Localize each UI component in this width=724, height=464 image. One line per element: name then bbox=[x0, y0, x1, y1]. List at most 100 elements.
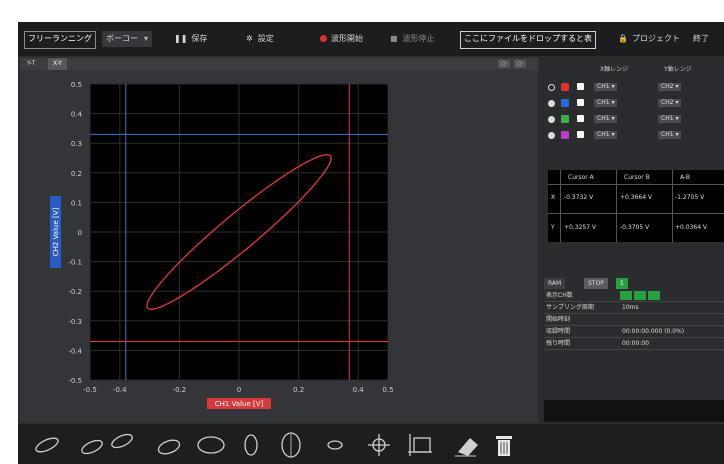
panel-button-2[interactable]: □- bbox=[514, 60, 526, 68]
channel-row[interactable]: CH1 ▾ CH2 ▾ bbox=[548, 82, 724, 92]
channel-row[interactable]: CH1 ▾ CH1 ▾ bbox=[548, 130, 724, 140]
radio-button[interactable] bbox=[548, 116, 555, 123]
exit-button[interactable]: 終了 bbox=[693, 31, 709, 47]
channel-row[interactable]: CH1 ▾ CH2 ▾ bbox=[548, 98, 724, 108]
save-label: 保存 bbox=[191, 34, 208, 43]
x-channel-select[interactable]: CH1 ▾ bbox=[594, 131, 618, 139]
settings-button[interactable]: ✲ 設定 bbox=[246, 31, 274, 47]
radio-button[interactable] bbox=[548, 100, 555, 107]
row-label-x: X bbox=[551, 194, 556, 201]
tab-ram[interactable]: RAM bbox=[544, 278, 566, 289]
info-key: 残り時間 bbox=[546, 340, 571, 347]
radio-button[interactable] bbox=[548, 84, 555, 91]
y-tick-label: -0.5 bbox=[68, 377, 82, 385]
cursor-b-y: -0.3705 V bbox=[620, 224, 650, 231]
y-channel-select[interactable]: CH2 ▾ bbox=[658, 83, 682, 91]
cursor-table: Cursor A Cursor B A-B X -0.3732 V +0.366… bbox=[548, 170, 724, 242]
lock-icon: 🔒 bbox=[618, 34, 628, 43]
xy-plot-panel: -0.5 -0.4 -0.2 0 0.2 0.4 0.5 0.5 0.4 0.3 0.2 0.1 0 -0… bbox=[20, 70, 538, 422]
y-range-header: Y軸レンジ bbox=[664, 66, 692, 73]
record-icon bbox=[320, 35, 327, 42]
record-button[interactable]: 波形開始 bbox=[320, 31, 363, 47]
divider bbox=[548, 184, 724, 185]
y-channel-select[interactable]: CH1 ▾ bbox=[658, 131, 682, 139]
info-row: 表示CH数 bbox=[544, 290, 724, 302]
y-tick-label: 0.5 bbox=[71, 81, 82, 89]
y-channel-value: CH1 bbox=[661, 115, 674, 122]
trash-icon[interactable] bbox=[490, 432, 518, 458]
checkbox[interactable] bbox=[577, 131, 584, 138]
channel-indicator bbox=[648, 291, 660, 300]
y-channel-value: CH2 bbox=[661, 83, 674, 90]
checkbox[interactable] bbox=[577, 115, 584, 122]
x-axis-label: CH1 Value [V] bbox=[215, 400, 264, 408]
a-b-header: A-B bbox=[680, 174, 691, 181]
file-drop-zone[interactable]: ここにファイルをドロップすると表 bbox=[460, 31, 596, 49]
cursor-a-header: Cursor A bbox=[568, 174, 594, 181]
x-channel-select[interactable]: CH1 ▾ bbox=[594, 83, 618, 91]
y-axis-label: CH2 Value [V] bbox=[52, 207, 60, 256]
mode-button[interactable]: フリーランニング bbox=[24, 31, 96, 49]
info-value: 10ms bbox=[622, 304, 639, 311]
status-strip bbox=[544, 400, 724, 422]
channel-row[interactable]: CH1 ▾ CH1 ▾ bbox=[548, 114, 724, 124]
x-tick-label: -0.2 bbox=[173, 386, 187, 394]
gear-icon: ✲ bbox=[246, 34, 253, 43]
checkbox[interactable] bbox=[577, 83, 584, 90]
tall-oval-icon[interactable] bbox=[276, 432, 306, 458]
stop-label: 波形停止 bbox=[402, 34, 435, 43]
x-tick-label: 0.4 bbox=[353, 386, 365, 394]
x-channel-select[interactable]: CH1 ▾ bbox=[594, 99, 618, 107]
a-b-y: +0.0364 V bbox=[675, 224, 708, 231]
xy-chart[interactable]: -0.5 -0.4 -0.2 0 0.2 0.4 0.5 0.5 0.4 0.3 0.2 0.1 0 -0… bbox=[20, 70, 538, 422]
app-window: フリーランニング ボーコー ▾ ❚❚ 保存 ✲ 設定 波形開始 ■ 波形停止 ここにファ… bbox=[18, 22, 724, 464]
info-row: 開始時刻 bbox=[544, 314, 724, 326]
y-channel-select[interactable]: CH1 ▾ bbox=[658, 115, 682, 123]
project-button[interactable]: 🔒 プロジェクト bbox=[618, 31, 680, 47]
y-tick-label: 0.4 bbox=[71, 111, 83, 119]
tab-yt[interactable]: Y-T bbox=[22, 58, 40, 70]
y-tick-label: 0.1 bbox=[71, 199, 82, 207]
play-label: ボーコー bbox=[106, 34, 138, 43]
cursor-b-header: Cursor B bbox=[624, 174, 650, 181]
checkbox[interactable] bbox=[577, 99, 584, 106]
acquisition-info: RAM STOP 1 表示CH数 サンプリング周期 10ms 開始時刻 収録時間 0… bbox=[544, 278, 724, 388]
tab-xy[interactable]: X-Y bbox=[48, 58, 67, 70]
cursor-b-x: +0.3664 V bbox=[620, 194, 653, 201]
tab-stop[interactable]: STOP bbox=[584, 278, 608, 289]
divider bbox=[560, 170, 561, 242]
play-dropdown[interactable]: ボーコー ▾ bbox=[102, 31, 153, 47]
settings-label: 設定 bbox=[257, 34, 274, 43]
y-channel-value: CH1 bbox=[661, 131, 674, 138]
vertical-oval-icon[interactable] bbox=[236, 432, 266, 458]
ellipse-tilt-icon[interactable] bbox=[152, 432, 186, 458]
x-channel-select[interactable]: CH1 ▾ bbox=[594, 115, 618, 123]
y-channel-select[interactable]: CH2 ▾ bbox=[658, 99, 682, 107]
info-row: 残り時間 00:00:00 bbox=[544, 338, 724, 350]
channel-color-swatch bbox=[561, 99, 569, 107]
tab-channel-1[interactable]: 1 bbox=[616, 278, 628, 289]
crosshair-icon[interactable] bbox=[364, 432, 394, 458]
radio-button[interactable] bbox=[548, 132, 555, 139]
panel-button-1[interactable]: □- bbox=[498, 60, 510, 68]
stop-button[interactable]: ■ 波形停止 bbox=[390, 31, 435, 47]
channel-panel: X軸レンジ Y軸レンジ CH1 ▾ CH2 ▾ CH1 ▾ CH2 ▾ CH1 … bbox=[540, 58, 724, 422]
info-key: サンプリング周期 bbox=[546, 304, 594, 311]
x-channel-value: CH1 bbox=[597, 131, 610, 138]
divider bbox=[548, 213, 724, 214]
info-key: 開始時刻 bbox=[546, 316, 571, 323]
cursor-box-icon[interactable] bbox=[406, 432, 438, 458]
oval-icon[interactable] bbox=[194, 432, 228, 458]
y-tick-label: -0.4 bbox=[68, 347, 82, 355]
ellipse-pair-icon[interactable] bbox=[76, 432, 138, 458]
ellipse-icon[interactable] bbox=[30, 432, 64, 458]
info-key: 表示CH数 bbox=[546, 292, 573, 299]
channel-color-swatch bbox=[561, 131, 569, 139]
y-tick-label: -0.2 bbox=[68, 288, 82, 296]
small-oval-icon[interactable] bbox=[318, 432, 352, 458]
save-button[interactable]: ❚❚ 保存 bbox=[174, 31, 207, 47]
x-tick-label: 0.5 bbox=[382, 386, 393, 394]
eraser-icon[interactable] bbox=[450, 432, 482, 458]
x-tick-label: -0.4 bbox=[113, 386, 127, 394]
x-tick-label: 0 bbox=[237, 386, 241, 394]
